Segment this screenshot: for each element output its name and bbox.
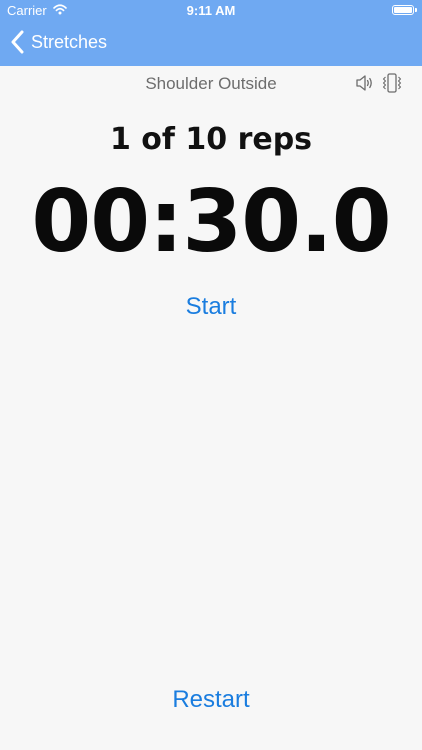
start-button[interactable]: Start bbox=[0, 293, 422, 321]
chevron-left-icon bbox=[10, 30, 24, 54]
speaker-icon[interactable] bbox=[355, 73, 375, 93]
back-button[interactable]: Stretches bbox=[10, 30, 107, 54]
restart-button[interactable]: Restart bbox=[0, 686, 422, 714]
back-button-label: Stretches bbox=[31, 31, 108, 52]
countdown-timer: 00:30.0 bbox=[31, 172, 391, 272]
navigation-bar: Carrier 9:11 AM Stretches bbox=[0, 0, 422, 66]
battery-icon bbox=[392, 5, 417, 15]
rep-counter: 1 of 10 reps bbox=[109, 122, 313, 157]
vibrate-icon[interactable] bbox=[381, 72, 403, 94]
clock: 9:11 AM bbox=[186, 3, 236, 18]
status-bar: Carrier 9:11 AM bbox=[0, 0, 422, 22]
